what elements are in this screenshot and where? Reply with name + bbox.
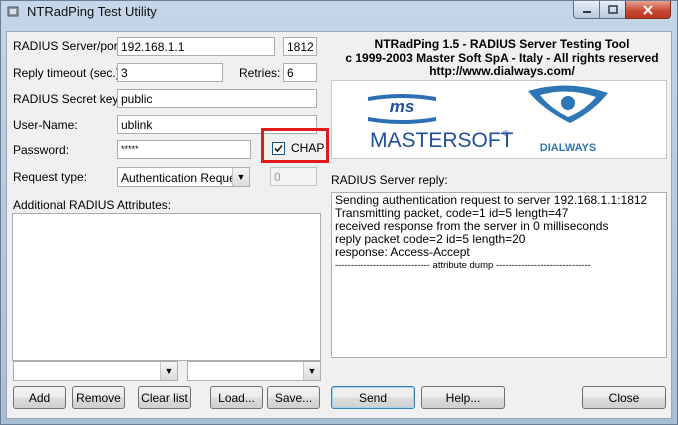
chap-label[interactable]: CHAP: [291, 141, 324, 155]
add-button[interactable]: Add: [13, 386, 66, 409]
save-button[interactable]: Save...: [267, 386, 320, 409]
attributes-list[interactable]: [12, 213, 321, 361]
additional-attributes-label: Additional RADIUS Attributes:: [13, 198, 172, 212]
password-input[interactable]: *****: [117, 140, 251, 159]
checkmark-icon: [274, 144, 283, 153]
clear-list-button[interactable]: Clear list: [138, 386, 191, 409]
title-bar[interactable]: NTRadPing Test Utility: [1, 1, 677, 23]
attribute-value-select[interactable]: ▼: [187, 361, 321, 381]
main-panel: RADIUS Server/port: 192.168.1.1 1812 Rep…: [6, 31, 672, 419]
request-id-input: 0: [270, 167, 317, 186]
user-name-label: User-Name:: [13, 118, 78, 132]
chevron-down-icon: ▼: [160, 362, 177, 380]
dialways-logo: DIALWAYS: [528, 85, 608, 154]
server-input[interactable]: 192.168.1.1: [117, 37, 275, 56]
request-type-label: Request type:: [13, 170, 88, 184]
server-reply-label: RADIUS Server reply:: [331, 173, 448, 187]
website-link[interactable]: http://www.dialways.com/: [331, 64, 673, 78]
maximize-button[interactable]: [599, 1, 626, 19]
server-reply-output[interactable]: Sending authentication request to server…: [331, 192, 667, 358]
request-type-value: Authentication Request: [121, 171, 246, 185]
chap-highlight-box: CHAP: [261, 128, 329, 163]
request-type-select[interactable]: Authentication Request ▼: [117, 167, 250, 187]
copyright-text: c 1999-2003 Master Soft SpA - Italy - Al…: [345, 51, 659, 65]
logo-panel: ms MASTERSOFT ® DIALWAYS: [331, 80, 667, 159]
reply-line: ------------------------------ attribute…: [335, 260, 591, 271]
chevron-down-icon: ▼: [232, 168, 249, 186]
reply-timeout-input[interactable]: 3: [117, 63, 223, 82]
load-button[interactable]: Load...: [210, 386, 263, 409]
password-label: Password:: [13, 143, 70, 157]
reply-line: response: Access-Accept: [335, 245, 470, 259]
dialways-logo-text: DIALWAYS: [540, 142, 596, 154]
remove-button[interactable]: Remove: [72, 386, 125, 409]
port-input[interactable]: 1812: [283, 37, 317, 56]
minimize-icon: [582, 10, 591, 13]
attribute-name-select[interactable]: ▼: [13, 361, 178, 381]
retries-input[interactable]: 6: [283, 63, 317, 82]
close-window-button[interactable]: [625, 1, 671, 19]
help-button[interactable]: Help...: [421, 386, 505, 409]
chevron-down-icon: ▼: [303, 362, 320, 380]
close-icon: [643, 4, 653, 15]
minimize-button[interactable]: [573, 1, 600, 19]
header-title: NTRadPing 1.5 - RADIUS Server Testing To…: [374, 37, 630, 51]
close-button[interactable]: Close: [582, 386, 666, 409]
chap-checkbox[interactable]: [272, 142, 285, 155]
app-window: NTRadPing Test Utility RADIUS Server/por…: [0, 0, 678, 425]
app-icon: [7, 6, 19, 17]
server-port-label: RADIUS Server/port:: [13, 39, 125, 53]
reply-timeout-label: Reply timeout (sec.):: [13, 66, 124, 80]
secret-key-input[interactable]: public: [117, 89, 317, 108]
window-title: NTRadPing Test Utility: [27, 4, 157, 19]
secret-key-label: RADIUS Secret key:: [13, 92, 122, 106]
maximize-icon: [607, 5, 618, 14]
retries-label: Retries:: [239, 66, 281, 80]
send-button[interactable]: Send: [331, 386, 415, 409]
